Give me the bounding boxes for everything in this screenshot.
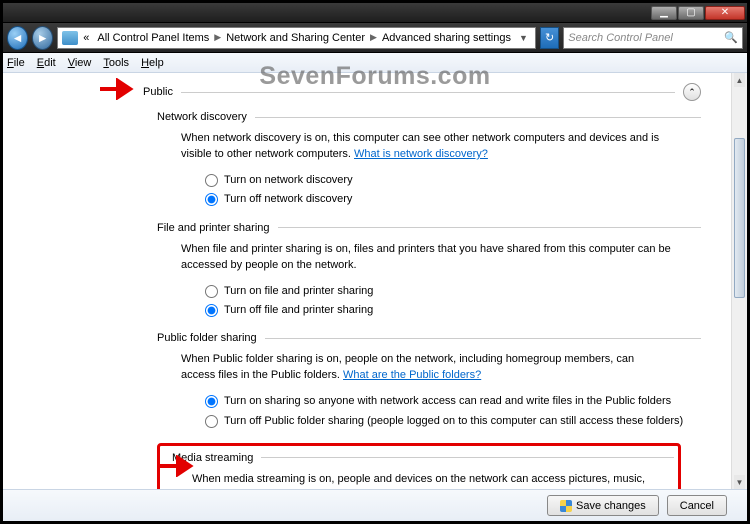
divider (181, 92, 675, 93)
menu-edit[interactable]: Edit (37, 57, 56, 69)
refresh-button[interactable]: ↻ (540, 27, 559, 49)
breadcrumb-item[interactable]: Network and Sharing Center (223, 32, 368, 44)
scroll-up-arrow[interactable]: ▲ (734, 73, 745, 87)
address-dropdown[interactable]: ▼ (516, 33, 531, 43)
scroll-down-arrow[interactable]: ▼ (734, 475, 745, 489)
section-desc: When file and printer sharing is on, fil… (181, 242, 671, 274)
menu-tools[interactable]: Tools (103, 57, 129, 69)
section-title: File and printer sharing (157, 222, 270, 234)
radio-network-discovery-on[interactable] (205, 174, 218, 187)
divider (265, 338, 701, 339)
divider (278, 227, 701, 228)
radio-label[interactable]: Turn on sharing so anyone with network a… (224, 394, 701, 409)
radio-label[interactable]: Turn off network discovery (224, 192, 701, 207)
chevron-right-icon[interactable]: ▶ (214, 32, 221, 43)
profile-header[interactable]: Public ⌃ (143, 83, 701, 101)
radio-label[interactable]: Turn off Public folder sharing (people l… (224, 414, 701, 429)
shield-icon (560, 500, 572, 512)
section-desc: When Public folder sharing is on, people… (181, 352, 671, 384)
radio-public-folder-off[interactable] (205, 415, 218, 428)
menu-file[interactable]: File (7, 57, 25, 69)
divider (261, 457, 674, 458)
breadcrumb-item[interactable]: Advanced sharing settings (379, 32, 514, 44)
scroll-thumb[interactable] (734, 138, 745, 298)
forward-button[interactable]: ► (32, 26, 53, 50)
radio-file-printer-on[interactable] (205, 285, 218, 298)
maximize-button[interactable]: ▢ (678, 6, 704, 20)
section-desc: When network discovery is on, this compu… (181, 131, 671, 163)
section-desc: When media streaming is on, people and d… (192, 472, 662, 489)
minimize-button[interactable]: ▁ (651, 6, 677, 20)
search-input[interactable]: Search Control Panel 🔍 (563, 27, 743, 49)
navbar: ◄ ► « All Control Panel Items ▶ Network … (3, 23, 747, 53)
section-title: Media streaming (172, 452, 253, 464)
cancel-button[interactable]: Cancel (667, 495, 727, 516)
radio-label[interactable]: Turn on network discovery (224, 173, 701, 188)
breadcrumb-item[interactable]: All Control Panel Items (94, 32, 212, 44)
help-link[interactable]: What are the Public folders? (343, 369, 481, 381)
public-folder-section: Public folder sharing When Public folder… (157, 332, 701, 429)
profile-title: Public (143, 86, 173, 98)
radio-file-printer-off[interactable] (205, 304, 218, 317)
save-changes-button[interactable]: Save changes (547, 495, 659, 516)
help-link[interactable]: What is network discovery? (354, 148, 488, 160)
section-title: Public folder sharing (157, 332, 257, 344)
vertical-scrollbar[interactable]: ▲ ▼ (731, 73, 747, 489)
file-printer-section: File and printer sharing When file and p… (157, 222, 701, 319)
close-button[interactable]: ✕ (705, 6, 745, 20)
network-discovery-section: Network discovery When network discovery… (157, 111, 701, 208)
media-streaming-highlight: Media streaming When media streaming is … (157, 443, 681, 489)
titlebar: ▁ ▢ ✕ (3, 3, 747, 23)
scroll-area: Public ⌃ Network discovery When network … (3, 73, 731, 489)
footer: Save changes Cancel (3, 489, 747, 521)
radio-network-discovery-off[interactable] (205, 193, 218, 206)
chevron-right-icon[interactable]: ▶ (370, 32, 377, 43)
breadcrumb-prefix[interactable]: « (80, 32, 92, 44)
button-label: Save changes (576, 500, 646, 512)
menu-view[interactable]: View (68, 57, 92, 69)
search-icon[interactable]: 🔍 (724, 31, 738, 44)
button-label: Cancel (680, 500, 714, 512)
divider (255, 117, 701, 118)
radio-public-folder-on[interactable] (205, 395, 218, 408)
search-placeholder: Search Control Panel (568, 32, 673, 44)
window: ▁ ▢ ✕ ◄ ► « All Control Panel Items ▶ Ne… (2, 2, 748, 522)
back-button[interactable]: ◄ (7, 26, 28, 50)
collapse-button[interactable]: ⌃ (683, 83, 701, 101)
radio-label[interactable]: Turn on file and printer sharing (224, 284, 701, 299)
section-title: Network discovery (157, 111, 247, 123)
radio-label[interactable]: Turn off file and printer sharing (224, 303, 701, 318)
content: Public ⌃ Network discovery When network … (3, 73, 747, 521)
menu-help[interactable]: Help (141, 57, 164, 69)
address-bar[interactable]: « All Control Panel Items ▶ Network and … (57, 27, 536, 49)
menu-bar: File Edit View Tools Help (3, 53, 747, 73)
folder-icon (62, 31, 78, 45)
